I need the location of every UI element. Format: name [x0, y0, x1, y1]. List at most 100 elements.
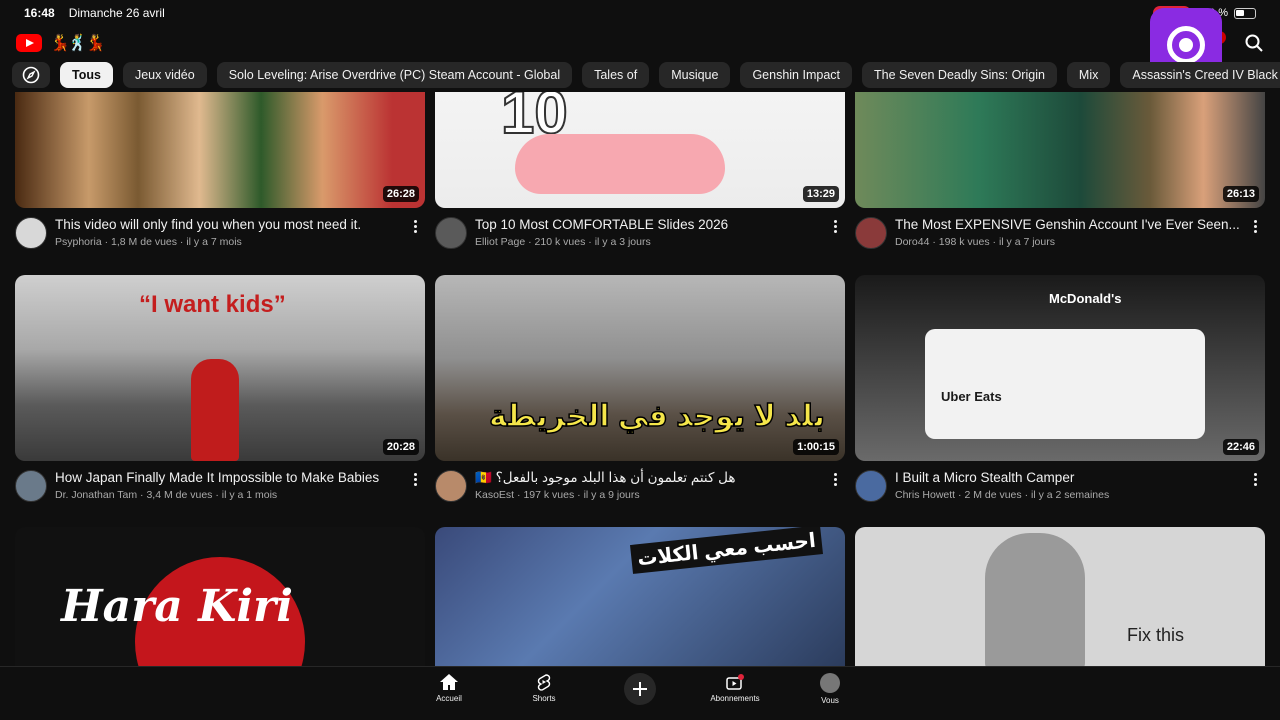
video-card[interactable]: 10 13:29 Top 10 Most COMFORTABLE Slides … [435, 92, 845, 249]
chip-assassins-creed[interactable]: Assassin's Creed IV Black Flag [1120, 62, 1280, 88]
video-title[interactable]: The Most EXPENSIVE Genshin Account I've … [895, 217, 1245, 232]
chip-video-games[interactable]: Jeux vidéo [122, 62, 207, 88]
thumbnail-text: Hara Kiri [61, 581, 293, 632]
more-options-icon[interactable] [825, 217, 845, 249]
thumbnail-text: “I want kids” [139, 291, 286, 318]
video-card[interactable]: Fix this [855, 527, 1265, 666]
upload-age: il y a 7 mois [186, 236, 242, 248]
channel-name[interactable]: Chris Howett [895, 489, 955, 501]
video-thumbnail[interactable]: Fix this [855, 527, 1265, 666]
nav-shorts[interactable]: Shorts [509, 673, 579, 703]
video-feed: 26:28 This video will only find you when… [15, 92, 1265, 666]
video-thumbnail[interactable]: “I want kids” 20:28 [15, 275, 425, 461]
nav-subscriptions-label: Abonnements [710, 694, 760, 703]
nav-home-label: Accueil [436, 694, 462, 703]
video-thumbnail[interactable]: 26:13 [855, 92, 1265, 208]
video-title[interactable]: هل كنتم تعلمون أن هذا البلد موجود بالفعل… [475, 470, 825, 485]
channel-avatar[interactable] [855, 217, 887, 249]
channel-name[interactable]: Doro44 [895, 236, 929, 248]
chip-tales-of[interactable]: Tales of [582, 62, 650, 88]
video-title[interactable]: I Built a Micro Stealth Camper [895, 470, 1245, 485]
chip-mix[interactable]: Mix [1066, 62, 1111, 88]
record-icon [1167, 26, 1205, 64]
upload-age: il y a 3 jours [594, 236, 651, 248]
video-thumbnail[interactable]: بلد لا يوجد في الخريطة 1:00:15 [435, 275, 845, 461]
video-duration: 20:28 [382, 439, 419, 455]
video-thumbnail[interactable]: 10 13:29 [435, 92, 845, 208]
nav-shorts-label: Shorts [532, 694, 556, 703]
more-options-icon[interactable] [405, 217, 425, 249]
more-options-icon[interactable] [405, 470, 425, 502]
upload-age: il y a 1 mois [221, 489, 278, 501]
channel-name[interactable]: Dr. Jonathan Tam [55, 489, 137, 501]
nav-subscriptions[interactable]: Abonnements [700, 673, 770, 703]
nav-you-label: Vous [821, 696, 839, 705]
battery-icon [1234, 7, 1256, 19]
video-card[interactable]: احسب معي الكلات [435, 527, 845, 666]
youtube-logo-icon[interactable] [16, 34, 42, 52]
chip-seven-deadly-sins[interactable]: The Seven Deadly Sins: Origin [862, 62, 1057, 88]
video-duration: 22:46 [1222, 439, 1259, 455]
video-title[interactable]: This video will only find you when you m… [55, 217, 405, 232]
explore-chip[interactable] [12, 62, 50, 88]
shorts-icon [537, 674, 551, 691]
chip-solo-leveling[interactable]: Solo Leveling: Arise Overdrive (PC) Stea… [216, 62, 573, 88]
more-options-icon[interactable] [1245, 470, 1265, 502]
user-avatar [820, 673, 840, 693]
view-count: 3,4 M de vues [146, 489, 213, 501]
status-date: Dimanche 26 avril [68, 6, 165, 20]
video-card[interactable]: 26:28 This video will only find you when… [15, 92, 425, 249]
video-card[interactable]: 26:13 The Most EXPENSIVE Genshin Account… [855, 92, 1265, 249]
video-metadata: KasoEst · 197 k vues · il y a 9 jours [475, 489, 640, 501]
channel-avatar[interactable] [855, 470, 887, 502]
video-metadata: Elliot Page · 210 k vues · il y a 3 jour… [475, 236, 651, 248]
slide-shoe-image [515, 134, 725, 194]
subscriptions-icon [726, 674, 744, 690]
video-card[interactable]: Hara Kiri [15, 527, 425, 666]
nav-home[interactable]: Accueil [414, 673, 484, 703]
chip-all[interactable]: Tous [60, 62, 113, 88]
channel-name[interactable]: Elliot Page [475, 236, 525, 248]
video-title[interactable]: How Japan Finally Made It Impossible to … [55, 470, 405, 485]
video-duration: 1:00:15 [793, 439, 839, 455]
channel-name[interactable]: Psyphoria [55, 236, 102, 248]
channel-avatar[interactable] [435, 470, 467, 502]
channel-avatar[interactable] [15, 470, 47, 502]
upload-age: il y a 9 jours [583, 489, 640, 501]
view-count: 210 k vues [534, 236, 586, 248]
channel-name[interactable]: KasoEst [475, 489, 514, 501]
search-icon[interactable] [1244, 33, 1264, 53]
plus-icon [633, 682, 647, 696]
camper-van-image [925, 329, 1205, 439]
app-header: 💃🕺💃 9+ [0, 26, 1280, 60]
channel-avatar[interactable] [435, 217, 467, 249]
create-button[interactable] [624, 673, 656, 705]
bottom-navigation: Accueil Shorts Abonnements Vous [0, 666, 1280, 720]
compass-icon [22, 66, 40, 84]
video-thumbnail[interactable]: Hara Kiri [15, 527, 425, 666]
video-card[interactable]: بلد لا يوجد في الخريطة 1:00:15 هل كنتم ت… [435, 275, 845, 502]
video-thumbnail[interactable]: 26:28 [15, 92, 425, 208]
chip-music[interactable]: Musique [659, 62, 731, 88]
video-metadata: Doro44 · 198 k vues · il y a 7 jours [895, 236, 1055, 248]
nav-you[interactable]: Vous [795, 673, 865, 705]
thumbnail-text: بلد لا يوجد في الخريطة [488, 399, 826, 434]
video-card[interactable]: “I want kids” 20:28 How Japan Finally Ma… [15, 275, 425, 502]
channel-avatar[interactable] [15, 217, 47, 249]
more-options-icon[interactable] [825, 470, 845, 502]
video-card[interactable]: McDonald's Uber Eats 22:46 I Built a Mic… [855, 275, 1265, 502]
video-thumbnail[interactable]: McDonald's Uber Eats 22:46 [855, 275, 1265, 461]
more-options-icon[interactable] [1245, 217, 1265, 249]
video-title[interactable]: Top 10 Most COMFORTABLE Slides 2026 [475, 217, 825, 232]
thumbnail-text: McDonald's [1049, 291, 1122, 306]
video-thumbnail[interactable]: احسب معي الكلات [435, 527, 845, 666]
doodle: 💃🕺💃 [50, 35, 106, 52]
status-bar: 16:48 Dimanche 26 avril 100 % [0, 0, 1280, 26]
view-count: 2 M de vues [964, 489, 1022, 501]
status-time: 16:48 [24, 6, 55, 20]
video-duration: 26:13 [1222, 186, 1259, 202]
chip-genshin-impact[interactable]: Genshin Impact [740, 62, 852, 88]
red-dress-figure [191, 359, 239, 461]
home-icon [440, 674, 458, 690]
video-metadata: Chris Howett · 2 M de vues · il y a 2 se… [895, 489, 1110, 501]
